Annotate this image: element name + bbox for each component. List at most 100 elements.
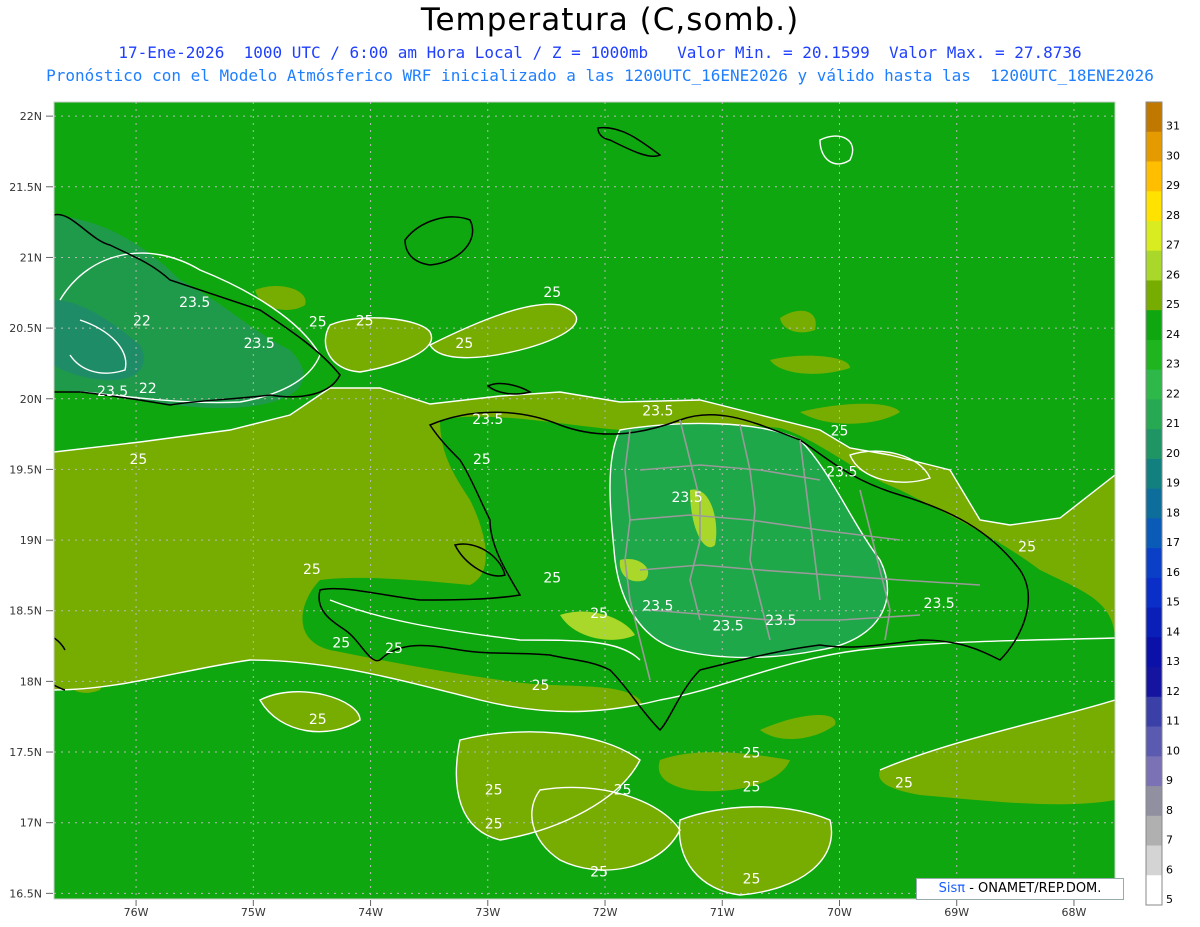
colorbar-label: 6	[1166, 863, 1173, 876]
colorbar-label: 7	[1166, 834, 1173, 847]
contour-label: 25	[1018, 539, 1036, 555]
colorbar-label: 22	[1166, 387, 1180, 400]
colorbar-label: 11	[1166, 715, 1180, 728]
contour-label: 23.5	[671, 490, 702, 506]
latitude-tick-label: 21.5N	[9, 181, 42, 194]
colorbar-swatch	[1146, 756, 1162, 787]
contour-label: 23.5	[97, 384, 128, 400]
contour-label: 25	[332, 635, 350, 651]
contour-label: 25	[543, 570, 561, 586]
contour-label: 25	[590, 864, 608, 880]
colorbar-swatch	[1146, 310, 1162, 341]
colorbar-label: 13	[1166, 655, 1180, 668]
latitude-tick-label: 19.5N	[9, 463, 42, 476]
colorbar-label: 31	[1166, 120, 1180, 133]
colorbar-label: 12	[1166, 685, 1180, 698]
latitude-tick-label: 19N	[20, 534, 42, 547]
latitude-tick-label: 20N	[20, 393, 42, 406]
contour-label: 23.5	[472, 412, 503, 428]
latitude-tick-label: 18N	[20, 675, 42, 688]
latitude-tick-label: 17N	[20, 817, 42, 830]
contour-label: 25	[743, 871, 761, 887]
credit-text: - ONAMET/REP.DOM.	[965, 881, 1102, 896]
colorbar-label: 18	[1166, 506, 1180, 519]
latitude-axis: 22N 21.5N 21N 20.5N 20N 19.5N 19N 18.5N 18N 17.5N…	[9, 110, 53, 900]
contour-label: 23.5	[826, 464, 857, 480]
colorbar-label: 23	[1166, 358, 1180, 371]
brand-logo: Sisπ	[938, 881, 966, 896]
colorbar-swatch	[1146, 102, 1162, 133]
contour-label: 25	[743, 746, 761, 762]
colorbar-label: 5	[1166, 893, 1173, 906]
contour-label: 25	[485, 782, 503, 798]
longitude-tick-label: 72W	[593, 906, 618, 919]
colorbar-label: 15	[1166, 596, 1180, 609]
colorbar-label: 16	[1166, 566, 1180, 579]
colorbar-swatch	[1146, 518, 1162, 549]
latitude-tick-label: 18.5N	[9, 605, 42, 618]
colorbar-label: 30	[1166, 149, 1180, 162]
latitude-tick-label: 17.5N	[9, 746, 42, 759]
colorbar-label: 26	[1166, 268, 1180, 281]
contour-label: 25	[532, 678, 550, 694]
latitude-tick-label: 22N	[20, 110, 42, 123]
colorbar-swatch	[1146, 577, 1162, 609]
colorbar-label: 10	[1166, 744, 1180, 757]
contour-label: 23.5	[713, 619, 744, 635]
colorbar-swatch	[1146, 667, 1162, 698]
contour-label: 25	[895, 775, 913, 791]
contour-label: 25	[590, 606, 608, 622]
contour-label: 25	[385, 641, 403, 657]
longitude-tick-label: 76W	[124, 906, 149, 919]
colorbar-swatch	[1146, 548, 1162, 579]
colorbar-swatch	[1146, 161, 1162, 192]
latitude-tick-label: 21N	[20, 251, 42, 264]
colorbar-label: 27	[1166, 239, 1180, 252]
longitude-axis: 76W 75W 74W 73W 72W 71W 70W 69W 68W	[124, 900, 1087, 919]
colorbar-swatch	[1146, 607, 1162, 638]
contour-label: 23.5	[765, 613, 796, 629]
colorbar-label: 19	[1166, 477, 1180, 490]
longitude-tick-label: 71W	[710, 906, 735, 919]
longitude-tick-label: 74W	[358, 906, 383, 919]
longitude-tick-label: 68W	[1062, 906, 1087, 919]
colorbar-label: 8	[1166, 804, 1173, 817]
longitude-tick-label: 73W	[475, 906, 500, 919]
latitude-tick-label: 20.5N	[9, 322, 42, 335]
colorbar-swatch	[1146, 399, 1162, 430]
contour-label: 25	[543, 285, 561, 301]
contour-label: 22	[133, 313, 151, 329]
colorbar-label: 25	[1166, 298, 1180, 311]
colorbar-label: 24	[1166, 328, 1180, 341]
colorbar-swatch	[1146, 726, 1162, 757]
plot-area: 23.5 22 23.5 23.5 22 25 25 25 25 25 23.5 25 23.5 25 23…	[54, 102, 1115, 899]
colorbar-swatch	[1146, 191, 1162, 222]
contour-label: 25	[473, 452, 491, 468]
contour-label: 25	[614, 782, 632, 798]
contour-label: 25	[309, 315, 327, 331]
longitude-tick-label: 75W	[241, 906, 266, 919]
colorbar-swatch	[1146, 815, 1162, 847]
colorbar-label: 21	[1166, 417, 1180, 430]
colorbar-label: 17	[1166, 536, 1180, 549]
colorbar-swatch	[1146, 220, 1162, 252]
contour-label: 25	[743, 780, 761, 796]
latitude-tick-label: 16.5N	[9, 887, 42, 900]
colorbar-swatch	[1146, 637, 1162, 668]
contour-label: 23.5	[244, 336, 275, 352]
colorbar-label: 29	[1166, 179, 1180, 192]
longitude-tick-label: 70W	[827, 906, 852, 919]
colorbar-label: 14	[1166, 625, 1180, 638]
credit-box: Sisπ - ONAMET/REP.DOM.	[916, 878, 1124, 900]
contour-label: 25	[129, 452, 147, 468]
colorbar-swatch	[1146, 696, 1162, 728]
contour-label: 23.5	[179, 295, 210, 311]
contour-label: 25	[831, 423, 849, 439]
colorbar-swatch	[1146, 339, 1162, 371]
contour-label: 25	[309, 712, 327, 728]
contour-label: 22	[139, 381, 157, 397]
colorbar-label: 28	[1166, 209, 1180, 222]
colorbar-swatch	[1146, 280, 1162, 311]
colorbar-swatch	[1146, 786, 1162, 817]
contour-label: 23.5	[924, 596, 955, 612]
